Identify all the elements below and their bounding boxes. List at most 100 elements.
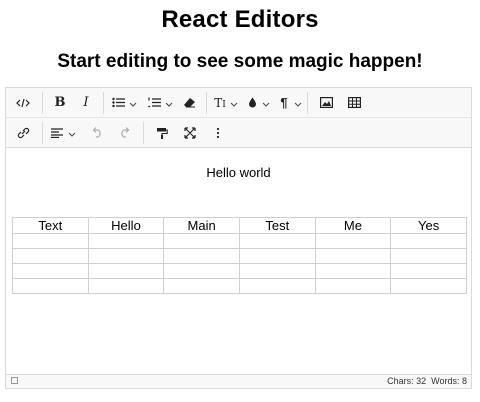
paragraph-icon: ¶ <box>280 95 288 110</box>
toolbar-row-1: B I TI ¶ <box>6 88 471 117</box>
table-header-cell[interactable]: Yes <box>390 217 467 234</box>
table-cell[interactable] <box>390 278 467 294</box>
chevron-down-icon <box>294 94 302 112</box>
toolbar-separator <box>143 121 144 144</box>
table-header-cell[interactable]: Test <box>238 217 316 234</box>
bold-icon: B <box>54 95 66 110</box>
table-cell[interactable] <box>314 278 392 294</box>
content-table[interactable]: Text Hello Main Test Me Yes <box>12 217 467 294</box>
resize-handle-icon[interactable] <box>11 377 18 384</box>
insert-image-button[interactable] <box>312 91 340 115</box>
table-cell[interactable] <box>314 263 392 279</box>
format-painter-button[interactable] <box>148 121 176 145</box>
table-cell[interactable] <box>238 233 316 249</box>
link-icon <box>17 127 30 139</box>
table-cell[interactable] <box>238 248 316 264</box>
eraser-icon <box>183 97 196 108</box>
toolbar-separator <box>103 91 104 114</box>
insert-table-button[interactable] <box>340 91 368 115</box>
table-cell[interactable] <box>87 263 165 279</box>
table-icon <box>347 97 361 108</box>
text-color-dropdown[interactable] <box>261 91 271 115</box>
table-cell[interactable] <box>87 233 165 249</box>
table-header-cell[interactable]: Main <box>163 217 240 234</box>
toolbar-separator <box>42 121 43 144</box>
page-title: React Editors <box>161 6 319 33</box>
table-cell[interactable] <box>163 233 240 249</box>
chevron-down-icon <box>68 124 76 142</box>
table-header-cell[interactable]: Me <box>314 217 392 234</box>
chevron-down-icon <box>129 94 137 112</box>
redo-icon <box>119 127 131 138</box>
paragraph-button[interactable]: ¶ <box>275 91 293 115</box>
table-cell[interactable] <box>314 233 392 249</box>
paragraph-dropdown[interactable] <box>293 91 303 115</box>
table-row <box>12 263 467 279</box>
undo-button[interactable] <box>83 121 111 145</box>
chevron-down-icon <box>165 94 173 112</box>
bulleted-list-dropdown[interactable] <box>128 91 138 115</box>
more-options-button[interactable] <box>204 121 232 145</box>
text-color-button[interactable] <box>243 91 261 115</box>
fullscreen-button[interactable] <box>176 121 204 145</box>
table-cell[interactable] <box>163 248 240 264</box>
chevron-down-icon <box>230 94 238 112</box>
toolbar-separator <box>307 91 308 114</box>
redo-button[interactable] <box>111 121 139 145</box>
table-body <box>12 233 467 294</box>
table-cell[interactable] <box>314 248 392 264</box>
table-header-cell[interactable]: Text <box>12 217 89 234</box>
fullscreen-icon <box>184 126 196 139</box>
bold-button[interactable]: B <box>47 91 73 115</box>
table-cell[interactable] <box>390 233 467 249</box>
table-cell[interactable] <box>390 248 467 264</box>
editor-status-bar: Chars: 32 Words: 8 <box>6 374 471 388</box>
bulleted-list-button[interactable] <box>108 91 128 115</box>
font-size-button[interactable]: TI <box>211 91 229 115</box>
table-cell[interactable] <box>12 263 89 279</box>
table-header-cell[interactable]: Hello <box>87 217 165 234</box>
table-cell[interactable] <box>163 278 240 294</box>
image-icon <box>319 97 333 108</box>
rich-text-editor: B I TI ¶ Hello world Text Hello Main Tes… <box>5 87 472 389</box>
editor-toolbar: B I TI ¶ <box>6 88 471 148</box>
more-icon <box>216 127 220 139</box>
table-cell[interactable] <box>390 263 467 279</box>
toolbar-separator <box>206 91 207 114</box>
numbered-list-button[interactable] <box>144 91 164 115</box>
font-size-icon: TI <box>214 95 226 110</box>
table-cell[interactable] <box>163 263 240 279</box>
insert-link-button[interactable] <box>8 121 38 145</box>
align-dropdown[interactable] <box>67 121 77 145</box>
table-cell[interactable] <box>12 233 89 249</box>
table-cell[interactable] <box>12 248 89 264</box>
table-cell[interactable] <box>238 263 316 279</box>
content-paragraph[interactable]: Hello world <box>6 165 471 180</box>
table-row <box>12 278 467 294</box>
table-cell[interactable] <box>87 248 165 264</box>
table-row <box>12 248 467 264</box>
table-header-row: Text Hello Main Test Me Yes <box>12 217 467 234</box>
page-subtitle: Start editing to see some magic happen! <box>57 51 423 72</box>
italic-button[interactable]: I <box>73 91 99 115</box>
numbered-list-icon <box>147 97 161 108</box>
font-size-dropdown[interactable] <box>229 91 239 115</box>
format-painter-icon <box>156 127 168 139</box>
numbered-list-dropdown[interactable] <box>164 91 174 115</box>
table-row <box>12 233 467 249</box>
align-icon <box>51 127 63 138</box>
clear-format-button[interactable] <box>176 91 202 115</box>
source-code-button[interactable] <box>8 91 38 115</box>
source-code-icon <box>16 97 30 109</box>
bulleted-list-icon <box>111 97 125 108</box>
word-count-label: Words: 8 <box>431 376 467 386</box>
table-cell[interactable] <box>12 278 89 294</box>
table-cell[interactable] <box>238 278 316 294</box>
italic-icon: I <box>83 95 89 110</box>
align-button[interactable] <box>47 121 67 145</box>
char-count-label: Chars: 32 <box>387 376 427 386</box>
table-cell[interactable] <box>87 278 165 294</box>
text-color-icon <box>248 97 257 108</box>
chevron-down-icon <box>262 94 270 112</box>
editor-content-area[interactable]: Hello world Text Hello Main Test Me Yes <box>6 148 471 376</box>
